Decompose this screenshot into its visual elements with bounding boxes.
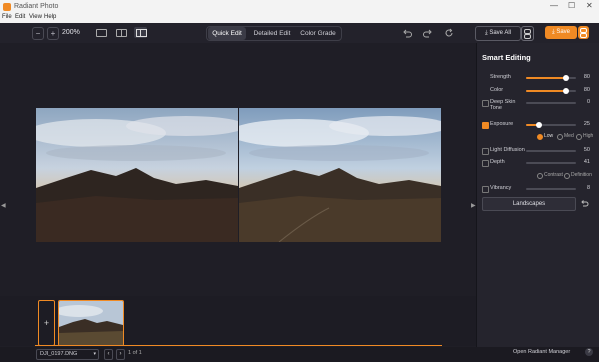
- menu-view[interactable]: View: [29, 14, 42, 20]
- depth-value: 41: [583, 159, 590, 165]
- minimize-button[interactable]: —: [550, 1, 558, 10]
- depth-contrast-radio[interactable]: [537, 173, 543, 179]
- add-image-button[interactable]: +: [38, 300, 55, 346]
- collapse-right-icon[interactable]: ▶: [471, 202, 476, 209]
- color-value: 80: [583, 87, 590, 93]
- exposure-slider-knob[interactable]: [536, 122, 542, 128]
- panel-title: Smart Editing: [482, 53, 531, 62]
- window-title: Radiant Photo: [14, 3, 59, 10]
- single-view-icon[interactable]: [96, 29, 107, 37]
- filename-label: DJI_0197.DNG: [40, 351, 78, 357]
- exposure-low-radio[interactable]: [537, 134, 543, 140]
- deep-skin-tone-checkbox[interactable]: [482, 100, 489, 107]
- exposure-med-radio[interactable]: [557, 134, 563, 140]
- light-diffusion-value: 50: [583, 147, 590, 153]
- exposure-checkbox[interactable]: [482, 122, 489, 129]
- chevron-down-icon: ▾: [93, 351, 96, 357]
- split-view-icon[interactable]: [116, 29, 127, 37]
- vibrancy-label: Vibrancy: [490, 185, 512, 191]
- reset-icon[interactable]: [444, 28, 454, 38]
- image-thumbnail[interactable]: [58, 300, 124, 346]
- tab-quick-edit[interactable]: Quick Edit: [208, 27, 246, 40]
- zoom-out-button[interactable]: −: [32, 27, 44, 40]
- after-image: [239, 108, 441, 242]
- before-image: [36, 108, 238, 242]
- zoom-in-button[interactable]: +: [47, 27, 59, 40]
- chevron-right-icon: ›: [119, 351, 122, 357]
- exposure-high-label: High: [583, 133, 594, 139]
- vibrancy-checkbox[interactable]: [482, 186, 489, 193]
- filename-select[interactable]: DJI_0197.DNG ▾: [36, 349, 99, 360]
- exposure-med-label: Med: [564, 133, 574, 139]
- open-radiant-manager-link[interactable]: Open Radiant Manager: [513, 349, 570, 355]
- save-all-label: Save All: [489, 30, 511, 36]
- edit-mode-tabs: Quick Edit Detailed Edit Color Grade: [206, 26, 342, 41]
- title-bar: Radiant Photo — ☐ ✕: [0, 0, 599, 14]
- menu-help[interactable]: Help: [44, 14, 56, 20]
- save-all-button[interactable]: ⤓ Save All: [475, 26, 521, 41]
- depth-checkbox[interactable]: [482, 160, 489, 167]
- color-slider-knob[interactable]: [563, 88, 569, 94]
- color-label: Color: [490, 87, 504, 93]
- exposure-value: 25: [583, 121, 590, 127]
- page-indicator: 1 of 1: [128, 350, 142, 356]
- color-slider-fill: [526, 90, 566, 92]
- deep-skin-tone-value: 0: [586, 99, 590, 105]
- light-diffusion-label: Light Diffusion: [490, 147, 525, 153]
- save-button[interactable]: ⤓ Save: [545, 26, 577, 39]
- light-diffusion-checkbox[interactable]: [482, 148, 489, 155]
- strength-slider-fill: [526, 77, 566, 79]
- next-image-button[interactable]: ›: [116, 349, 125, 360]
- exposure-high-radio[interactable]: [576, 134, 582, 140]
- save-label: Save: [556, 29, 570, 35]
- undo-icon[interactable]: [402, 28, 412, 38]
- menu-edit[interactable]: Edit: [15, 14, 25, 20]
- collapse-left-icon[interactable]: ◀: [1, 202, 6, 209]
- depth-definition-label: Definition: [571, 172, 592, 178]
- app-logo-icon: [3, 3, 11, 11]
- preset-landscapes-button[interactable]: Landscapes: [482, 197, 576, 211]
- toolbar: − + 200% Quick Edit Detailed Edit Color …: [0, 23, 599, 44]
- side-by-side-view-icon[interactable]: [134, 27, 147, 38]
- tab-detailed-edit[interactable]: Detailed Edit: [250, 27, 294, 40]
- redo-icon[interactable]: [423, 28, 433, 38]
- vibrancy-slider-track[interactable]: [526, 188, 576, 190]
- maximize-button[interactable]: ☐: [568, 1, 575, 10]
- light-diffusion-slider-track[interactable]: [526, 150, 576, 152]
- exposure-low-label: Low: [544, 133, 554, 139]
- strength-slider-knob[interactable]: [563, 75, 569, 81]
- exposure-label: Exposure: [490, 121, 514, 127]
- strength-label: Strength: [490, 74, 511, 80]
- save-all-settings-toggle[interactable]: [521, 26, 534, 41]
- deep-skin-tone-slider-track[interactable]: [526, 102, 576, 104]
- preset-reset-icon[interactable]: [580, 199, 589, 208]
- menu-file[interactable]: File: [2, 14, 12, 20]
- filmstrip-progress-line: [35, 345, 442, 346]
- prev-image-button[interactable]: ‹: [104, 349, 113, 360]
- deep-skin-tone-label: Deep Skin Tone: [490, 99, 516, 111]
- close-button[interactable]: ✕: [586, 1, 593, 10]
- depth-contrast-label: Contrast: [544, 172, 563, 178]
- help-icon[interactable]: ?: [585, 348, 593, 356]
- chevron-left-icon: ‹: [107, 351, 110, 357]
- strength-value: 80: [583, 74, 590, 80]
- depth-label: Depth: [490, 159, 505, 165]
- zoom-level: 200%: [62, 29, 80, 36]
- tab-color-grade[interactable]: Color Grade: [297, 27, 339, 40]
- save-settings-toggle[interactable]: [578, 26, 589, 39]
- vibrancy-value: 8: [586, 185, 590, 191]
- depth-slider-track[interactable]: [526, 162, 576, 164]
- depth-definition-radio[interactable]: [564, 173, 570, 179]
- menu-bar: File Edit View Help: [0, 14, 599, 23]
